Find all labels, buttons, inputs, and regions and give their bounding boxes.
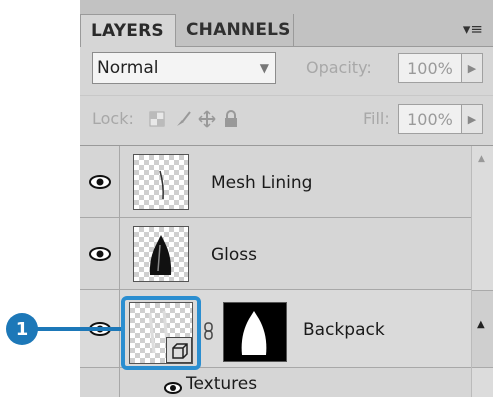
lock-image-pixels-icon[interactable] [174,110,192,128]
callout-highlight-box [121,296,201,370]
fill-slider-button[interactable]: ▶ [461,104,483,134]
opacity-field[interactable]: 100% [398,53,462,83]
lock-label: Lock: [92,109,134,128]
link-chain-icon[interactable] [204,322,214,344]
lock-all-icon[interactable] [222,110,240,128]
layer-name[interactable]: Backpack [303,320,385,340]
tab-channels[interactable]: CHANNELS [176,14,294,46]
opacity-slider-button[interactable]: ▶ [461,53,483,83]
tab-layers-label: LAYERS [91,21,164,41]
lock-fill-row: Lock: Fill: 100% ▶ [80,95,493,144]
fill-value: 100% [407,109,453,129]
lock-transparent-pixels-icon[interactable] [148,110,166,128]
fill-field[interactable]: 100% [398,104,462,134]
layer-row-mesh-lining[interactable]: Mesh Lining [80,146,485,218]
panel-tab-bar: LAYERS CHANNELS ▾≡ [80,0,493,47]
callout-number: 1 [15,318,29,340]
visibility-toggle[interactable] [80,218,120,289]
scroll-up-icon[interactable]: ▲ [478,154,485,164]
callout-line [37,327,121,331]
blend-opacity-row: Normal ▼ Opacity: 100% ▶ [80,47,493,93]
effects-row-textures[interactable]: Textures [80,368,485,397]
chevron-right-icon: ▶ [467,61,477,75]
tab-layers[interactable]: LAYERS [80,14,176,47]
opacity-label: Opacity: [306,58,372,77]
tab-channels-label: CHANNELS [186,20,291,40]
callout-number-badge: 1 [6,313,38,345]
eye-icon[interactable] [164,379,182,397]
effects-indent [80,368,120,397]
lock-position-icon[interactable] [198,110,216,128]
layer-mask-thumbnail[interactable] [223,302,287,362]
eye-icon [88,174,111,189]
chevron-down-icon: ▼ [259,61,269,75]
chevron-right-icon: ▶ [467,112,477,126]
layer-name[interactable]: Gloss [211,245,257,265]
effect-name[interactable]: Textures [186,374,257,394]
layers-scrollbar[interactable]: ▲ ▲ [471,146,493,397]
scrollbar-thumb[interactable]: ▲ [472,290,493,368]
layer-thumbnail[interactable] [133,226,189,282]
layer-thumbnail[interactable] [133,154,189,210]
blend-mode-value: Normal [97,58,159,78]
layer-name[interactable]: Mesh Lining [211,173,312,193]
opacity-value: 100% [407,58,453,78]
panel-menu-icon[interactable]: ▾≡ [463,20,483,38]
visibility-toggle[interactable] [80,146,120,217]
fill-label: Fill: [363,109,390,128]
layer-row-gloss[interactable]: Gloss [80,218,485,290]
eye-icon [88,246,111,261]
blend-mode-select[interactable]: Normal ▼ [92,52,276,84]
scroll-up-icon[interactable]: ▲ [477,319,485,330]
